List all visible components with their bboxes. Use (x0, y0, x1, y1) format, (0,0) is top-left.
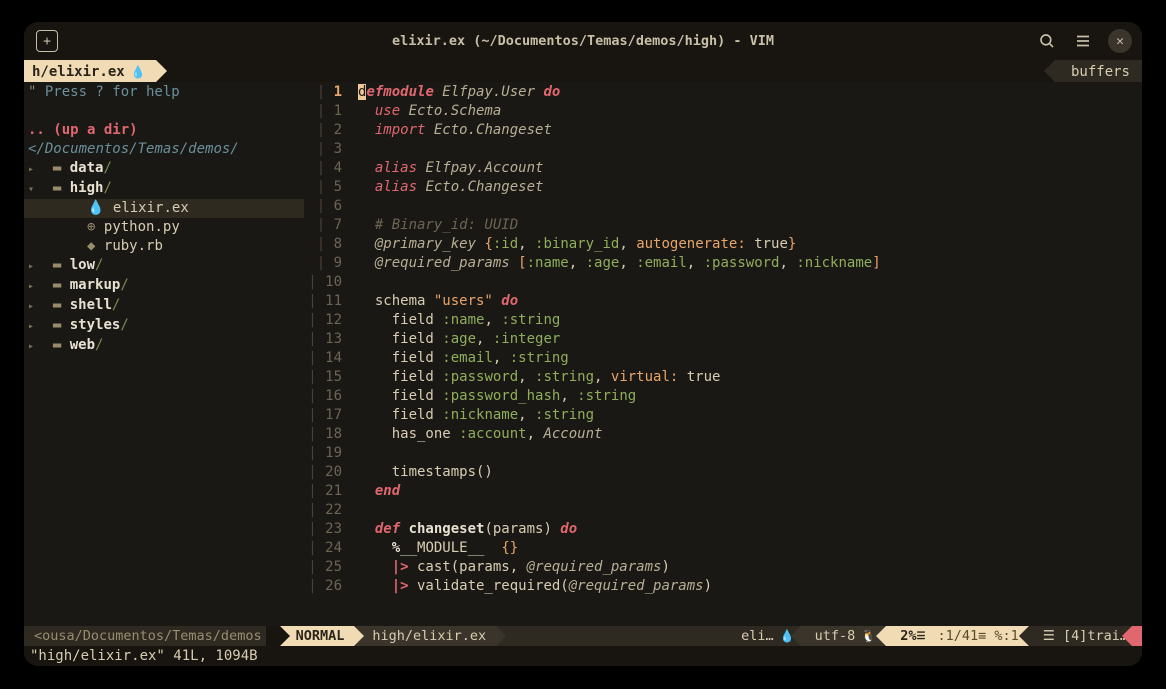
tab-active[interactable]: h/elixir.ex 💧 (24, 60, 156, 82)
code-line: def changeset(params) do (358, 520, 1142, 539)
search-icon[interactable] (1036, 30, 1058, 52)
tree-dir-styles[interactable]: ▸ ▬ styles/ (24, 316, 304, 336)
tree-help: " Press ? for help (24, 83, 304, 102)
code-line: field :age, :integer (358, 330, 1142, 349)
gutter: | 1| 1| 2| 3| 4| 5| 6| 7| 8| 9| 10| 11| … (304, 82, 348, 626)
status-percent: 2% ☰ (886, 626, 933, 646)
tree-root: </Documentos/Temas/demos/ (24, 140, 304, 159)
tree-dir-shell[interactable]: ▸ ▬ shell/ (24, 296, 304, 316)
new-tab-button[interactable]: + (36, 30, 58, 52)
code-line: # Binary_id: UUID (358, 216, 1142, 235)
line-icon: ☰ (916, 631, 923, 642)
status-trailing: ☰ [4]trai… (1029, 626, 1132, 646)
tab-label: h/elixir.ex (32, 64, 125, 80)
code-line: @required_params [:name, :age, :email, :… (358, 254, 1142, 273)
code-line: @primary_key {:id, :binary_id, autogener… (358, 235, 1142, 254)
code-line (358, 197, 1142, 216)
main-split: " Press ? for help .. (up a dir) </Docum… (24, 82, 1142, 626)
code-line: use Ecto.Schema (358, 102, 1142, 121)
code-line: schema "users" do (358, 292, 1142, 311)
code-line: timestamps() (358, 463, 1142, 482)
tree-dir-data[interactable]: ▸ ▬ data/ (24, 159, 304, 179)
code-line: field :password_hash, :string (358, 387, 1142, 406)
code-line (358, 444, 1142, 463)
code-line: defmodule Elfpay.User do (358, 83, 1142, 102)
code-line (358, 501, 1142, 520)
tree-updir[interactable]: .. (up a dir) (24, 121, 304, 140)
code-line: field :name, :string (358, 311, 1142, 330)
status-position: :1/41≡ %:1 (933, 626, 1028, 646)
code-line: field :password, :string, virtual: true (358, 368, 1142, 387)
tree-file-ruby.rb[interactable]: ◆ ruby.rb (24, 237, 304, 256)
tree-dir-markup[interactable]: ▸ ▬ markup/ (24, 276, 304, 296)
status-file: high/elixir.ex (354, 626, 496, 646)
status-encoding: utf-8 🐧 (801, 626, 887, 646)
statusline: <ousa/Documentos/Temas/demos NORMAL high… (24, 626, 1142, 646)
window-title: elixir.ex (~/Documentos/Temas/demos/high… (24, 33, 1142, 49)
editor[interactable]: | 1| 1| 2| 3| 4| 5| 6| 7| 8| 9| 10| 11| … (304, 82, 1142, 626)
status-warning-flag (1132, 626, 1142, 646)
linux-icon: 🐧 (861, 629, 876, 643)
code-line: end (358, 482, 1142, 501)
tree-dir-web[interactable]: ▸ ▬ web/ (24, 336, 304, 356)
code-line: alias Ecto.Changeset (358, 178, 1142, 197)
code-line: import Ecto.Changeset (358, 121, 1142, 140)
code-line: alias Elfpay.Account (358, 159, 1142, 178)
titlebar: + elixir.ex (~/Documentos/Temas/demos/hi… (24, 22, 1142, 60)
code-area[interactable]: defmodule Elfpay.User do use Ecto.Schema… (348, 82, 1142, 626)
status-mid (496, 626, 731, 646)
status-mode: NORMAL (280, 626, 355, 646)
code-line: has_one :account, Account (358, 425, 1142, 444)
code-line (358, 140, 1142, 159)
elixir-drop-icon: 💧 (131, 65, 146, 79)
tree-dir-high[interactable]: ▾ ▬ high/ (24, 179, 304, 199)
status-area: <ousa/Documentos/Temas/demos NORMAL high… (24, 626, 1142, 666)
terminal-window: + elixir.ex (~/Documentos/Temas/demos/hi… (24, 22, 1142, 666)
code-line: |> cast(params, @required_params) (358, 558, 1142, 577)
tree-file-python.py[interactable]: ⊕ python.py (24, 218, 304, 237)
tree-file-elixir.ex[interactable]: 💧 elixir.ex (24, 199, 304, 218)
code-line: |> validate_required(@required_params) (358, 577, 1142, 596)
status-tree-path: <ousa/Documentos/Temas/demos (24, 626, 266, 646)
tabline: h/elixir.ex 💧 buffers (24, 60, 1142, 82)
code-line: %__MODULE__ {} (358, 539, 1142, 558)
code-line: field :email, :string (358, 349, 1142, 368)
status-gap (266, 626, 280, 646)
file-tree[interactable]: " Press ? for help .. (up a dir) </Docum… (24, 82, 304, 626)
tree-blank (24, 102, 304, 121)
code-line (358, 273, 1142, 292)
menu-icon[interactable] (1072, 30, 1094, 52)
tabline-spacer (156, 60, 1055, 82)
command-line[interactable]: "high/elixir.ex" 41L, 1094B (24, 646, 1142, 666)
buffers-indicator[interactable]: buffers (1055, 60, 1142, 82)
tree-dir-low[interactable]: ▸ ▬ low/ (24, 256, 304, 276)
code-line: field :nickname, :string (358, 406, 1142, 425)
close-button[interactable]: ✕ (1108, 29, 1132, 53)
